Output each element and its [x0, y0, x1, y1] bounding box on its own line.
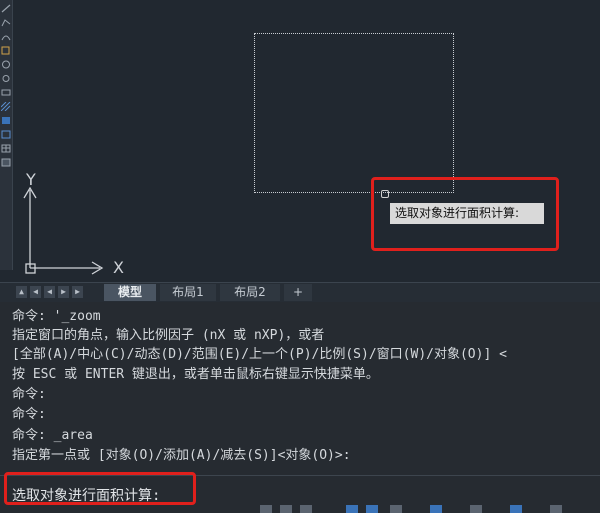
selection-cycling-icon[interactable] [510, 505, 522, 513]
rectangle-icon[interactable] [1, 88, 11, 97]
ortho-icon[interactable] [300, 505, 312, 513]
table-icon[interactable] [1, 144, 11, 153]
command-highlight-frame [4, 472, 196, 505]
boundary-icon[interactable] [1, 130, 11, 139]
otrack-icon[interactable] [390, 505, 402, 513]
ucs-y-label: Y [26, 170, 36, 189]
command-window: 命令: '_zoom 指定窗口的角点，输入比例因子 (nX 或 nXP)，或者 … [0, 302, 600, 513]
tab-last-icon[interactable]: ▶ [72, 286, 83, 298]
lineweight-icon[interactable] [430, 505, 442, 513]
move-icon[interactable] [1, 46, 11, 55]
grid-display-icon[interactable] [280, 505, 292, 513]
arc-icon[interactable] [1, 32, 11, 41]
command-history-line: [全部(A)/中心(C)/动态(D)/范围(E)/上一个(P)/比例(S)/窗口… [12, 347, 507, 362]
draw-line-icon[interactable] [1, 4, 11, 13]
command-history-line: 指定第一点或 [对象(O)/添加(A)/减去(S)]<对象(O)>: [12, 448, 351, 463]
tab-prev-icon[interactable]: ◀ [44, 286, 55, 298]
tab-next-icon[interactable]: ▶ [58, 286, 69, 298]
command-history-line: 命令: '_zoom [12, 309, 101, 324]
tab-layout1[interactable]: 布局1 [160, 284, 216, 301]
ucs-x-label: X [113, 258, 124, 277]
selection-window [254, 33, 454, 193]
tab-first-icon[interactable]: ▲ [16, 286, 27, 298]
command-history-line: 按 ESC 或 ENTER 键退出，或者单击鼠标右键显示快捷菜单。 [12, 367, 379, 382]
layout-tab-bar: ▲ ◀ ◀ ▶ ▶ 模型 布局1 布局2 + [0, 282, 600, 303]
drawing-canvas[interactable]: 选取对象进行面积计算: X Y [0, 0, 600, 282]
tab-prev-fast-icon[interactable]: ◀ [30, 286, 41, 298]
customization-icon[interactable] [550, 505, 562, 513]
osnap-icon[interactable] [366, 505, 378, 513]
hatch-icon[interactable] [1, 102, 11, 111]
status-bar [250, 505, 600, 513]
command-history-line: 命令: [12, 387, 46, 402]
tab-add-button[interactable]: + [284, 284, 312, 301]
rotate-icon[interactable] [1, 60, 11, 69]
command-history-line: 命令: _area [12, 428, 93, 443]
polyline-icon[interactable] [1, 18, 11, 27]
command-history-line: 命令: [12, 407, 46, 422]
left-toolbar [0, 0, 13, 270]
snap-icon[interactable] [260, 505, 272, 513]
polar-icon[interactable] [346, 505, 358, 513]
region-icon[interactable] [1, 116, 11, 125]
grid-icon[interactable] [1, 158, 11, 167]
tab-layout2[interactable]: 布局2 [220, 284, 280, 301]
transparency-icon[interactable] [470, 505, 482, 513]
command-history-line: 指定窗口的角点，输入比例因子 (nX 或 nXP)，或者 [12, 328, 325, 343]
circle-icon[interactable] [1, 74, 11, 83]
tooltip-highlight-frame [371, 177, 559, 251]
tab-model[interactable]: 模型 [104, 284, 156, 301]
